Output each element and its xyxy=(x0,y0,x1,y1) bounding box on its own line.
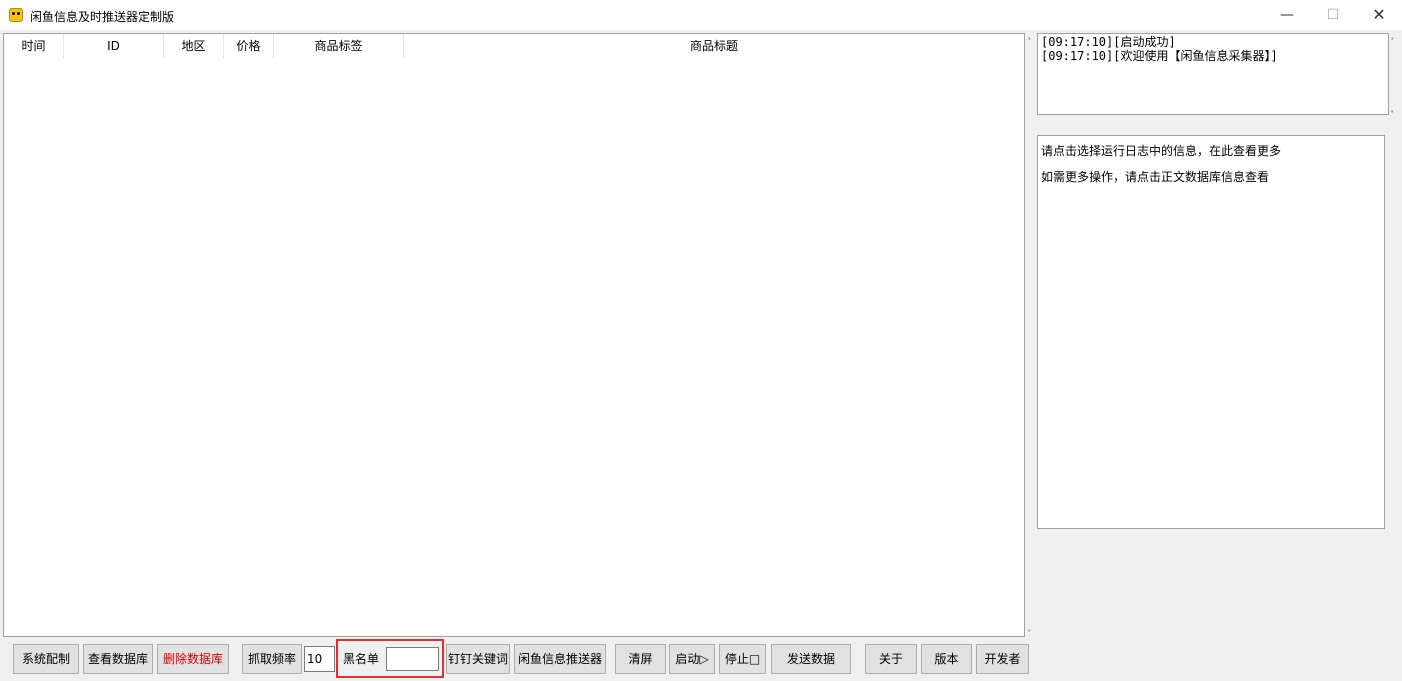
log-line[interactable]: [09:17:10][欢迎使用【闲鱼信息采集器】] xyxy=(1041,49,1385,63)
window-title: 闲鱼信息及时推送器定制版 xyxy=(30,10,175,24)
developer-button[interactable]: 开发者 xyxy=(976,644,1029,674)
close-button[interactable]: ✕ xyxy=(1356,0,1402,30)
minimize-button[interactable]: — xyxy=(1264,0,1310,30)
maximize-button[interactable]: ☐ xyxy=(1310,0,1356,30)
dingtalk-keyword-button[interactable]: 钉钉关键词 xyxy=(446,644,510,674)
fetch-frequency-input[interactable]: 10 xyxy=(304,646,335,672)
fetch-frequency-button[interactable]: 抓取频率 xyxy=(242,644,302,674)
version-button[interactable]: 版本 xyxy=(921,644,972,674)
column-header-price[interactable]: 价格 xyxy=(224,34,274,58)
delete-database-button[interactable]: 删除数据库 xyxy=(157,644,229,674)
splitter-grip-icon: ⬝ xyxy=(1028,626,1031,636)
clear-screen-button[interactable]: 清屏 xyxy=(615,644,666,674)
highlight-box xyxy=(336,639,444,678)
run-log[interactable]: [09:17:10][启动成功] [09:17:10][欢迎使用【闲鱼信息采集器… xyxy=(1037,33,1389,115)
system-config-button[interactable]: 系统配制 xyxy=(13,644,79,674)
log-grip-icon: ⬝ xyxy=(1391,107,1394,117)
splitter-grip-icon: ⬝ xyxy=(1028,34,1031,44)
results-table[interactable]: 时间 ID 地区 价格 商品标签 商品标题 xyxy=(3,33,1025,637)
detail-line: 如需更多操作，请点击正文数据库信息查看 xyxy=(1041,170,1270,184)
title-bar: 闲鱼信息及时推送器定制版 — ☐ ✕ xyxy=(0,0,1402,30)
column-header-region[interactable]: 地区 xyxy=(164,34,224,58)
stop-button[interactable]: 停止□ xyxy=(719,644,766,674)
column-header-time[interactable]: 时间 xyxy=(4,34,64,58)
table-header: 时间 ID 地区 价格 商品标签 商品标题 xyxy=(4,34,1024,58)
app-logo-icon xyxy=(9,8,23,22)
column-header-title[interactable]: 商品标题 xyxy=(404,34,1024,58)
send-data-button[interactable]: 发送数据 xyxy=(771,644,851,674)
detail-line: 请点击选择运行日志中的信息，在此查看更多 xyxy=(1041,144,1282,158)
column-header-id[interactable]: ID xyxy=(64,34,164,58)
column-header-tags[interactable]: 商品标签 xyxy=(274,34,404,58)
log-line[interactable]: [09:17:10][启动成功] xyxy=(1041,35,1385,49)
pusher-name-button[interactable]: 闲鱼信息推送器 xyxy=(514,644,606,674)
about-button[interactable]: 关于 xyxy=(865,644,917,674)
log-grip-icon: ⬝ xyxy=(1391,34,1394,44)
detail-view[interactable]: 请点击选择运行日志中的信息，在此查看更多 如需更多操作，请点击正文数据库信息查看 xyxy=(1037,135,1385,529)
start-button[interactable]: 启动▷ xyxy=(669,644,715,674)
view-database-button[interactable]: 查看数据库 xyxy=(83,644,153,674)
